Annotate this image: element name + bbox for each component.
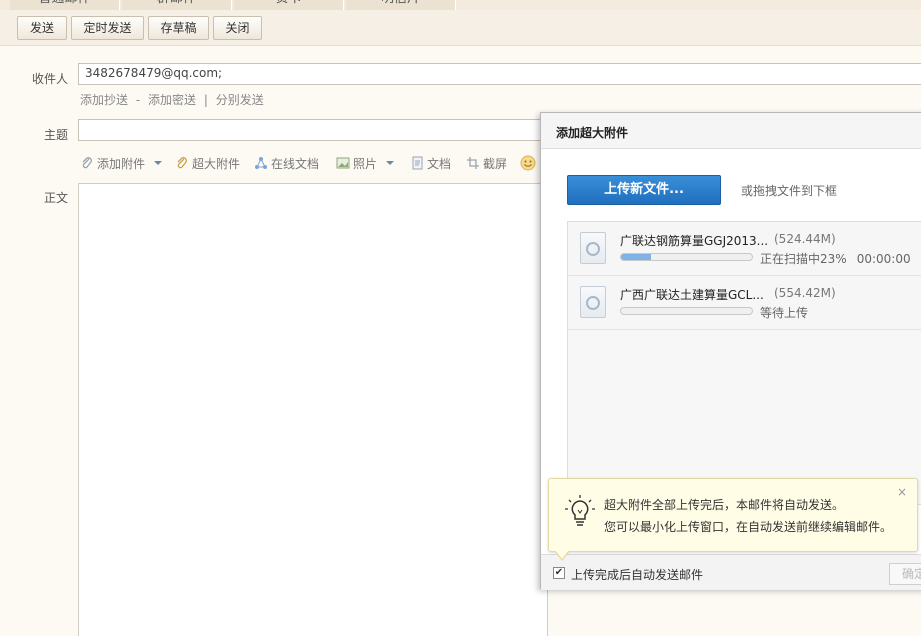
large-attachment-button[interactable]: 超大附件 — [175, 155, 240, 172]
upload-progress-bar — [620, 307, 753, 315]
link-separator: - — [135, 93, 141, 107]
file-size: (554.42M) — [774, 286, 836, 300]
progress-fill — [621, 254, 652, 260]
screenshot-button[interactable]: 截屏 — [466, 155, 507, 172]
chevron-down-icon[interactable] — [383, 156, 397, 170]
tab-normal-mail[interactable]: 普通邮件 — [10, 0, 120, 10]
share-nodes-icon — [255, 157, 267, 169]
close-icon[interactable]: × — [897, 485, 907, 499]
file-name: 广西广联达土建算量GCL... — [620, 288, 764, 302]
auto-send-tooltip: 超大附件全部上传完后，本邮件将自动发送。 您可以最小化上传窗口，在自动发送前继续… — [548, 478, 918, 561]
confirm-button[interactable]: 确定 — [889, 563, 921, 585]
file-status: 等待上传 — [760, 306, 809, 320]
list-item: 广西广联达土建算量GCL... (554.42M) 等待上传 — [568, 276, 921, 330]
file-icon — [580, 232, 606, 264]
file-icon — [580, 286, 606, 318]
link-separator: | — [203, 93, 208, 107]
add-cc-link[interactable]: 添加抄送 — [80, 93, 128, 107]
recipient-value: 3482678479@qq.com; — [85, 66, 223, 80]
tab-group-mail[interactable]: 群邮件 — [122, 0, 232, 10]
crop-icon — [467, 157, 479, 169]
photo-icon — [336, 157, 350, 169]
tab-greeting-card[interactable]: 贺卡 — [234, 0, 344, 10]
paperclip-icon — [177, 157, 187, 169]
tip-line-2: 您可以最小化上传窗口，在自动发送前继续编辑邮件。 — [604, 520, 893, 534]
auto-send-label[interactable]: 上传完成后自动发送邮件 — [571, 566, 703, 583]
lightbulb-icon — [565, 495, 595, 526]
chevron-down-icon[interactable] — [151, 156, 165, 170]
subject-label: 主题 — [44, 128, 69, 142]
dialog-title: 添加超大附件 — [556, 126, 629, 140]
compose-toolbar: 发送 定时发送 存草稿 关闭 — [0, 10, 921, 46]
list-item: 广联达钢筋算量GGJ2013... (524.44M) 正在扫描中23% 00:0… — [568, 222, 921, 276]
separate-send-link[interactable]: 分别发送 — [216, 93, 264, 107]
to-field[interactable]: 3482678479@qq.com; — [78, 63, 921, 85]
document-button[interactable]: 文档 — [410, 155, 451, 172]
body-editor[interactable] — [78, 183, 548, 636]
send-button[interactable]: 发送 — [17, 16, 67, 40]
schedule-send-button[interactable]: 定时发送 — [71, 16, 144, 40]
auto-send-checkbox[interactable]: ✔ — [553, 567, 565, 579]
upload-progress-bar — [620, 253, 753, 261]
close-button[interactable]: 关闭 — [213, 16, 262, 40]
file-name: 广联达钢筋算量GGJ2013... — [620, 234, 769, 248]
upload-file-list[interactable]: 广联达钢筋算量GGJ2013... (524.44M) 正在扫描中23% 00:0… — [567, 221, 921, 505]
drag-hint: 或拖拽文件到下框 — [741, 184, 838, 198]
subject-input[interactable] — [78, 119, 548, 141]
save-draft-button[interactable]: 存草稿 — [148, 16, 209, 40]
mail-type-tabs: 普通邮件 群邮件 贺卡 明信片 — [0, 0, 921, 10]
file-size: (524.44M) — [774, 232, 836, 246]
upload-new-file-button[interactable]: 上传新文件... — [567, 175, 721, 205]
recipient-links: 添加抄送 - 添加密送 | 分别发送 — [80, 91, 264, 108]
add-bcc-link[interactable]: 添加密送 — [148, 93, 196, 107]
tip-line-1: 超大附件全部上传完后，本邮件将自动发送。 — [604, 498, 845, 512]
emoji-button[interactable] — [520, 155, 539, 172]
paperclip-icon — [82, 157, 92, 169]
document-icon — [412, 156, 423, 170]
online-doc-button[interactable]: 在线文档 — [254, 155, 319, 172]
dialog-header: 添加超大附件 — [541, 113, 921, 149]
add-attachment-button[interactable]: 添加附件 — [80, 155, 168, 172]
tab-postcard[interactable]: 明信片 — [346, 0, 456, 10]
to-label: 收件人 — [32, 72, 69, 86]
file-status: 正在扫描中23% 00:00:00 — [760, 252, 911, 266]
dialog-footer: ✔ 上传完成后自动发送邮件 确定 — [541, 554, 921, 590]
smiley-icon — [520, 155, 536, 171]
tooltip-arrow — [554, 550, 570, 561]
elapsed-time: 00:00:00 — [856, 252, 911, 266]
body-label: 正文 — [44, 191, 69, 205]
photo-button[interactable]: 照片 — [336, 155, 400, 172]
